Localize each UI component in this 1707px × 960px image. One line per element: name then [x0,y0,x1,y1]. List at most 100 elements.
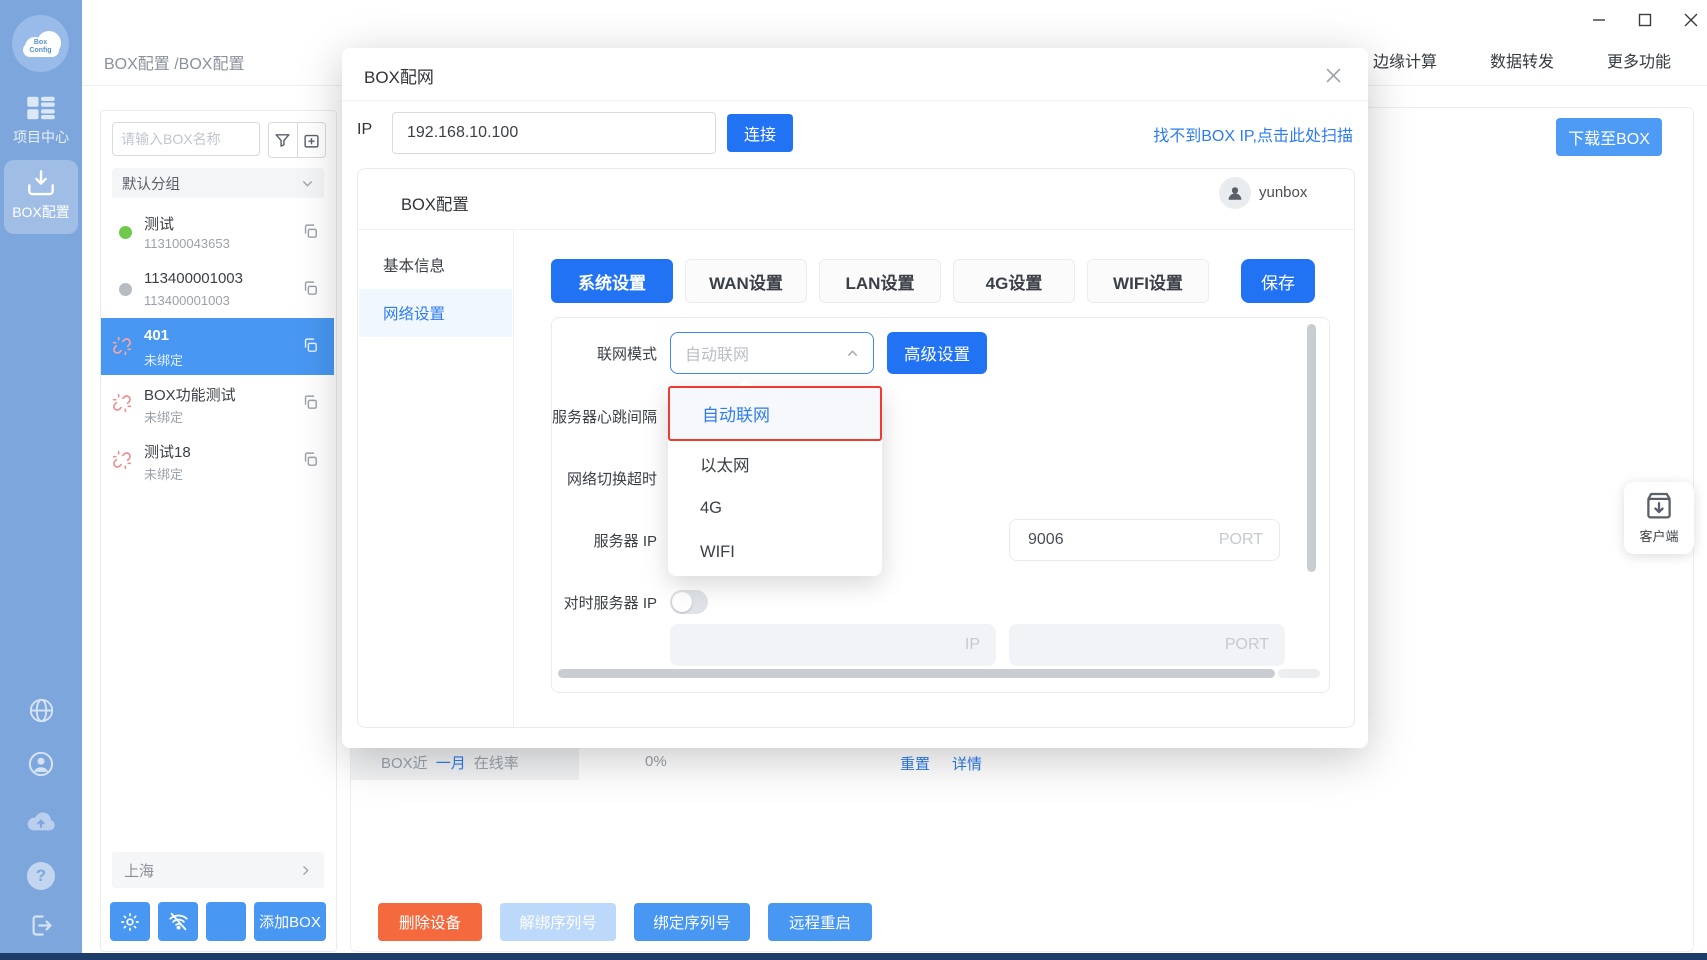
save-button[interactable]: 保存 [1241,259,1315,303]
sidebar-item-label: BOX配置 [12,204,70,220]
globe-icon[interactable] [0,697,82,724]
group-header[interactable]: 默认分组 [112,168,324,198]
network-form-panel: 联网模式 服务器心跳间隔 网络切换超时 服务器 IP 对时服务器 IP 自动联网… [551,317,1330,693]
location-row[interactable]: 上海 [112,852,324,888]
online-rate-row: BOX近 一月 在线率 0% 重置 详情 [351,744,1032,780]
online-rate-value: 0% [645,753,667,770]
copy-icon[interactable] [302,280,319,297]
horizontal-scrollbar[interactable] [558,669,1275,678]
tab-network-settings[interactable]: 网络设置 [359,289,512,337]
tab-wifi-settings[interactable]: WIFI设置 [1087,259,1209,303]
server-port-input[interactable] [1026,530,1219,550]
device-serial: 113400001003 [144,293,230,308]
period-link[interactable]: 一月 [436,752,466,773]
tab-basic-info[interactable]: 基本信息 [359,241,512,289]
unbind-serial-button[interactable]: 解绑序列号 [500,903,616,941]
detail-link[interactable]: 详情 [952,753,982,774]
device-list-item-selected[interactable]: 401 未绑定 [101,318,334,375]
help-icon[interactable]: ? [0,862,82,890]
device-name: 113400001003 [144,270,243,287]
status-dot-online [119,226,132,239]
nav-edge-computing[interactable]: 边缘计算 [1373,48,1437,72]
user-icon[interactable] [0,750,82,778]
panel-toolbar [268,122,326,158]
copy-icon[interactable] [302,223,319,240]
device-list-item[interactable]: 测试18 未绑定 [101,432,334,489]
maximize-icon[interactable] [1630,8,1660,32]
delete-device-button[interactable]: 删除设备 [378,903,482,941]
add-box-button[interactable]: 添加BOX [254,902,326,941]
group-label: 默认分组 [122,176,180,193]
device-name: 测试 [144,216,175,233]
nav-more-functions[interactable]: 更多功能 [1607,48,1671,72]
online-rate-label: BOX近 一月 在线率 [351,744,579,780]
dropdown-option-ethernet[interactable]: 以太网 [668,442,882,486]
copy-icon[interactable] [302,394,319,411]
modal-close-icon[interactable] [1320,62,1346,88]
bind-serial-button[interactable]: 绑定序列号 [634,903,750,941]
ip-input[interactable] [392,112,716,154]
horizontal-scrollbar-track [1278,669,1320,678]
card-vertical-divider [513,229,514,727]
reset-link[interactable]: 重置 [900,753,930,774]
vertical-scrollbar[interactable] [1307,324,1316,572]
client-download-icon [1647,492,1671,519]
device-status: 未绑定 [144,410,184,425]
blank-button[interactable] [206,902,246,941]
dropdown-option-4g[interactable]: 4G [668,486,882,530]
copy-icon[interactable] [302,337,319,354]
user-name: yunbox [1259,184,1308,201]
cloud-logo-icon: Box Config [21,30,61,57]
tab-4g-settings[interactable]: 4G设置 [953,259,1075,303]
add-group-icon[interactable] [298,123,326,157]
tab-lan-settings[interactable]: LAN设置 [819,259,941,303]
remote-restart-button[interactable]: 远程重启 [768,903,872,941]
search-input[interactable] [112,122,260,156]
app-logo: Box Config [12,15,69,72]
device-serial: 113100043653 [144,236,230,251]
filter-icon[interactable] [269,123,297,157]
device-list-item[interactable]: 113400001003 113400001003 [101,261,334,318]
status-dot-offline [119,283,132,296]
device-status: 未绑定 [144,467,184,482]
device-name: 测试18 [144,444,191,461]
settings-button[interactable] [110,902,150,941]
minimize-icon[interactable] [1584,8,1614,32]
modal-title: BOX配网 [364,68,434,87]
heartbeat-label: 服务器心跳间隔 [551,409,657,426]
tab-wan-settings[interactable]: WAN设置 [685,259,807,303]
close-icon[interactable] [1676,8,1706,32]
dropdown-option-wifi[interactable]: WIFI [668,530,882,574]
mode-select[interactable]: 自动联网 [670,332,874,374]
cloud-upload-icon[interactable] [0,808,82,832]
device-name: 401 [144,327,170,344]
mode-label: 联网模式 [596,346,657,363]
client-widget[interactable]: 客户端 [1624,482,1694,554]
wifi-off-button[interactable] [158,902,198,941]
location-label: 上海 [124,862,155,880]
time-server-toggle[interactable] [670,590,708,614]
port-suffix: PORT [1218,531,1263,548]
device-list-item[interactable]: 测试 113100043653 [101,204,334,261]
person-icon [1228,187,1242,200]
tab-system-settings[interactable]: 系统设置 [551,259,673,303]
gear-icon [121,912,139,931]
copy-icon[interactable] [302,451,319,468]
device-list-item[interactable]: BOX功能测试 未绑定 [101,375,334,432]
dropdown-option-auto[interactable]: 自动联网 [668,386,882,441]
time-server-ip-field[interactable]: IP [670,624,996,666]
connect-button[interactable]: 连接 [727,114,793,152]
scan-link[interactable]: 找不到BOX IP,点击此处扫描 [1153,122,1353,146]
logout-icon[interactable] [0,912,82,939]
ip-suffix: IP [964,636,980,653]
box-config-card: BOX配置 yunbox 基本信息 网络设置 系统设置 WAN设置 LAN设置 … [357,168,1355,728]
sidebar-item-project-center[interactable]: 项目中心 [0,95,82,147]
time-server-label: 对时服务器 IP [563,595,657,612]
sidebar-item-box-config[interactable]: BOX配置 [0,170,82,222]
advanced-settings-button[interactable]: 高级设置 [887,332,987,374]
server-port-field[interactable]: PORT [1009,519,1280,561]
nav-data-forwarding[interactable]: 数据转发 [1490,48,1554,72]
time-server-port-field[interactable]: PORT [1009,624,1285,666]
download-to-box-button[interactable]: 下载至BOX [1556,118,1662,156]
ip-label: IP [357,121,373,138]
